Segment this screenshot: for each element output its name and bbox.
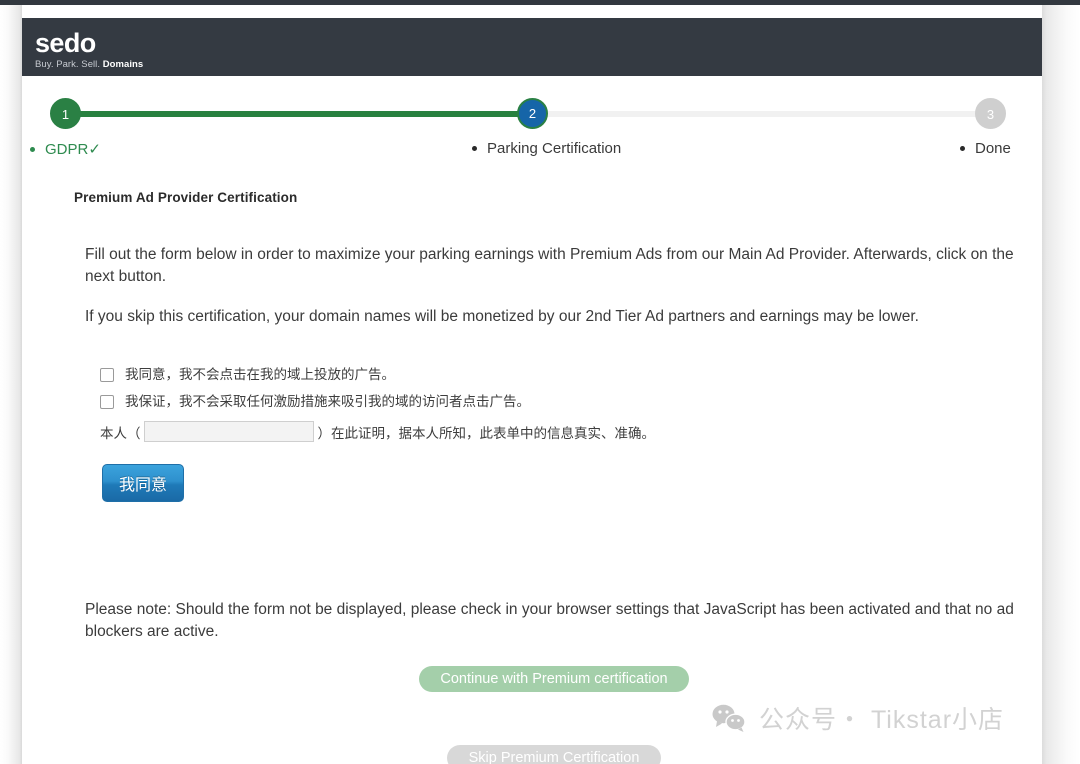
logo-tagline-bold: Domains (102, 59, 144, 70)
checkbox-no-incentive-icon[interactable] (100, 395, 114, 409)
stepper-node-2[interactable]: 2 (517, 98, 548, 129)
checkbox-row-no-incentive[interactable]: 我保证，我不会采取任何激励措施来吸引我的域的访问者点击广告。 (100, 394, 980, 410)
certifier-name-input[interactable] (143, 421, 314, 442)
attestation-suffix: ）在此证明，据本人所知，此表单中的信息真实、准确。 (317, 425, 656, 441)
page-title: Premium Ad Provider Certification (74, 190, 298, 205)
page-card: sedo Buy. Park. Sell. Domains 1 2 3 GDPR… (22, 5, 1042, 764)
stepper-label-done[interactable]: Done (960, 140, 1011, 157)
skip-premium-certification-button[interactable]: Skip Premium Certification (447, 745, 661, 764)
javascript-note: Please note: Should the form not be disp… (85, 601, 1014, 640)
stepper-label-gdpr[interactable]: GDPR✓ (30, 140, 101, 158)
stepper-label-done-text: Done (975, 140, 1011, 157)
stepper-track-completed (64, 111, 534, 117)
page-gutter-left (0, 5, 22, 764)
attestation-prefix: 本人（ (100, 425, 141, 441)
intro-paragraph-2: If you skip this certification, your dom… (85, 308, 919, 325)
page-gutter-right (1042, 5, 1080, 764)
logo-tagline: Buy. Park. Sell. Domains (35, 60, 143, 70)
bullet-icon (472, 145, 477, 151)
stepper-node-1[interactable]: 1 (50, 98, 81, 129)
bullet-icon (30, 146, 35, 152)
certification-form: 我同意，我不会点击在我的域上投放的广告。 我保证，我不会采取任何激励措施来吸引我… (100, 367, 980, 502)
checkbox-row-no-click[interactable]: 我同意，我不会点击在我的域上投放的广告。 (100, 367, 980, 383)
checkbox-no-incentive-label: 我保证，我不会采取任何激励措施来吸引我的域的访问者点击广告。 (125, 394, 530, 409)
screenshot-root: sedo Buy. Park. Sell. Domains 1 2 3 GDPR… (0, 0, 1080, 764)
stepper-node-3[interactable]: 3 (975, 98, 1006, 129)
logo-wordmark: sedo (35, 28, 96, 58)
intro-paragraph-1: Fill out the form below in order to maxi… (85, 246, 1014, 285)
stepper-label-parking-certification-text: Parking Certification (487, 140, 622, 157)
checkbox-no-click-label: 我同意，我不会点击在我的域上投放的广告。 (125, 367, 395, 382)
stepper-label-gdpr-text: GDPR✓ (45, 141, 101, 158)
agree-button[interactable]: 我同意 (102, 464, 184, 502)
sedo-logo[interactable]: sedo Buy. Park. Sell. Domains (35, 30, 143, 70)
continue-premium-certification-button[interactable]: Continue with Premium certification (419, 666, 689, 692)
bullet-icon (960, 145, 965, 151)
checkbox-no-click-icon[interactable] (100, 368, 114, 382)
progress-stepper: 1 2 3 GDPR✓ Parking Certification Done (22, 76, 1042, 168)
site-header: sedo Buy. Park. Sell. Domains (22, 18, 1042, 76)
stepper-track-remaining (532, 111, 1004, 117)
stepper-label-parking-certification[interactable]: Parking Certification (472, 140, 621, 157)
logo-tagline-plain: Buy. Park. Sell. (35, 59, 103, 70)
attestation-row: 本人（ ）在此证明，据本人所知，此表单中的信息真实、准确。 (100, 421, 980, 442)
